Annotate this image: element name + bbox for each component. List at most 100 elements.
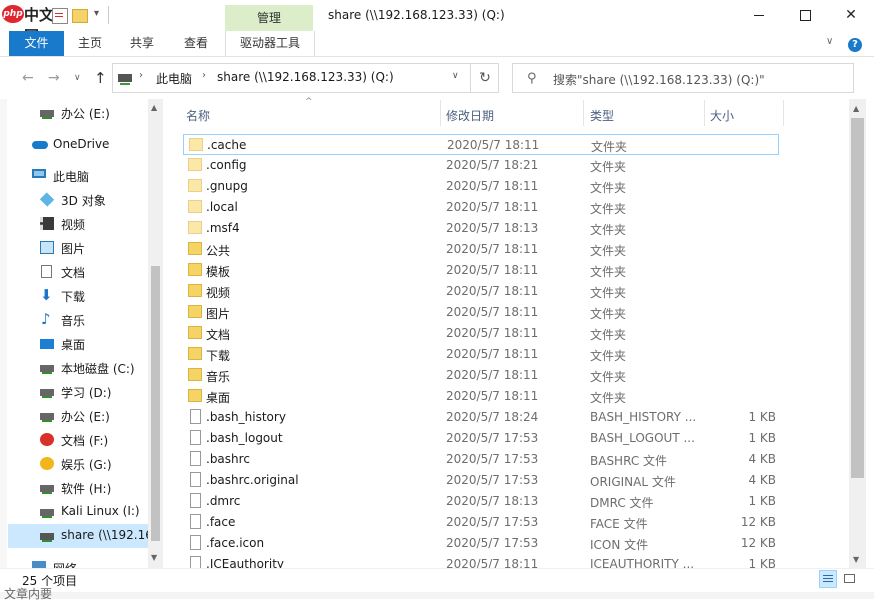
- file-row[interactable]: .bash_history 2020/5/7 18:24 BASH_HISTORY …: [183, 407, 779, 428]
- folder-icon: [188, 158, 202, 171]
- file-row[interactable]: 桌面 2020/5/7 18:11 文件夹: [183, 386, 779, 407]
- scroll-up-arrow-icon[interactable]: ▲: [853, 104, 859, 113]
- file-modified-date: 2020/5/7 18:11: [446, 326, 539, 340]
- file-name: .bashrc: [206, 452, 250, 466]
- file-type: 文件夹: [590, 181, 627, 195]
- file-type: FACE 文件: [590, 517, 648, 531]
- file-type: DMRC 文件: [590, 496, 654, 510]
- file-name: .config: [206, 158, 247, 172]
- file-row[interactable]: .bash_logout 2020/5/7 17:53 BASH_LOGOUT ..…: [183, 428, 779, 449]
- file-size: 1 KB: [748, 410, 776, 424]
- folder-icon: [188, 179, 202, 192]
- file-modified-date: 2020/5/7 18:11: [446, 368, 539, 382]
- file-name: .local: [206, 200, 238, 214]
- folder-icon: [188, 347, 202, 360]
- file-size: 12 KB: [740, 515, 776, 529]
- folder-icon: [188, 305, 202, 318]
- file-row[interactable]: .bashrc 2020/5/7 17:53 BASHRC 文件 4 KB: [183, 449, 779, 470]
- file-modified-date: 2020/5/7 18:11: [446, 284, 539, 298]
- file-size: 4 KB: [748, 473, 776, 487]
- file-name: .bash_history: [206, 410, 286, 424]
- file-type: ICEAUTHORITY ...: [590, 557, 695, 568]
- file-row[interactable]: .local 2020/5/7 18:11 文件夹: [183, 197, 779, 218]
- file-modified-date: 2020/5/7 18:11: [446, 200, 539, 214]
- file-type: 文件夹: [591, 140, 628, 154]
- file-type: 文件夹: [590, 349, 627, 363]
- file-icon: [190, 514, 201, 529]
- file-size: 1 KB: [748, 431, 776, 445]
- file-name: 模板: [206, 265, 231, 279]
- file-name: 视频: [206, 286, 231, 300]
- file-row[interactable]: .face 2020/5/7 17:53 FACE 文件 12 KB: [183, 512, 779, 533]
- file-type: 文件夹: [590, 244, 627, 258]
- file-row[interactable]: 图片 2020/5/7 18:11 文件夹: [183, 302, 779, 323]
- file-row[interactable]: 文档 2020/5/7 18:11 文件夹: [183, 323, 779, 344]
- file-row[interactable]: .dmrc 2020/5/7 18:13 DMRC 文件 1 KB: [183, 491, 779, 512]
- folder-icon: [188, 242, 202, 255]
- folder-icon: [188, 326, 202, 339]
- file-size: 1 KB: [748, 494, 776, 508]
- file-modified-date: 2020/5/7 17:53: [446, 473, 539, 487]
- file-modified-date: 2020/5/7 18:11: [446, 557, 539, 568]
- file-type: 文件夹: [590, 286, 627, 300]
- file-row[interactable]: 音乐 2020/5/7 18:11 文件夹: [183, 365, 779, 386]
- file-type: 文件夹: [590, 160, 627, 174]
- file-modified-date: 2020/5/7 18:13: [446, 494, 539, 508]
- file-icon: [190, 493, 201, 508]
- help-icon[interactable]: ?: [848, 38, 862, 52]
- file-row[interactable]: .gnupg 2020/5/7 18:11 文件夹: [183, 176, 779, 197]
- details-view-icon[interactable]: [819, 570, 837, 588]
- file-modified-date: 2020/5/7 18:11: [447, 138, 540, 152]
- folder-icon: [188, 368, 202, 381]
- large-icons-view-icon[interactable]: [842, 571, 858, 587]
- file-size: 1 KB: [748, 557, 776, 568]
- file-name: .cache: [207, 138, 247, 152]
- file-modified-date: 2020/5/7 18:24: [446, 410, 539, 424]
- file-row[interactable]: 视频 2020/5/7 18:11 文件夹: [183, 281, 779, 302]
- file-row[interactable]: 下载 2020/5/7 18:11 文件夹: [183, 344, 779, 365]
- folder-icon: [188, 200, 202, 213]
- file-modified-date: 2020/5/7 17:53: [446, 515, 539, 529]
- file-name: .gnupg: [206, 179, 248, 193]
- file-modified-date: 2020/5/7 18:11: [446, 305, 539, 319]
- file-name: .face.icon: [206, 536, 265, 550]
- file-icon: [190, 430, 201, 445]
- file-icon: [190, 409, 201, 424]
- file-type: 文件夹: [590, 223, 627, 237]
- file-row[interactable]: .ICEauthority 2020/5/7 18:11 ICEAUTHORITY …: [183, 554, 779, 568]
- status-bar: [0, 568, 874, 593]
- file-list-scroll-thumb[interactable]: [851, 118, 864, 478]
- file-row[interactable]: .face.icon 2020/5/7 17:53 ICON 文件 12 KB: [183, 533, 779, 554]
- file-name: .face: [206, 515, 236, 529]
- file-size: 4 KB: [748, 452, 776, 466]
- file-icon: [190, 535, 201, 550]
- file-row[interactable]: .cache 2020/5/7 18:11 文件夹: [183, 134, 779, 155]
- file-modified-date: 2020/5/7 18:13: [446, 221, 539, 235]
- file-icon: [190, 472, 201, 487]
- file-row[interactable]: .config 2020/5/7 18:21 文件夹: [183, 155, 779, 176]
- file-row[interactable]: 模板 2020/5/7 18:11 文件夹: [183, 260, 779, 281]
- file-type: 文件夹: [590, 391, 627, 405]
- file-modified-date: 2020/5/7 18:21: [446, 158, 539, 172]
- file-name: .ICEauthority: [206, 557, 284, 568]
- file-icon: [190, 556, 201, 568]
- file-size: 12 KB: [740, 536, 776, 550]
- file-name: .bashrc.original: [206, 473, 299, 487]
- file-icon: [190, 451, 201, 466]
- file-row[interactable]: .bashrc.original 2020/5/7 17:53 ORIGINAL 文…: [183, 470, 779, 491]
- scroll-down-arrow-icon[interactable]: ▼: [853, 555, 859, 564]
- folder-icon: [188, 284, 202, 297]
- file-type: ICON 文件: [590, 538, 649, 552]
- folder-icon: [188, 221, 202, 234]
- file-modified-date: 2020/5/7 18:11: [446, 242, 539, 256]
- file-name: .dmrc: [206, 494, 241, 508]
- file-name: 下载: [206, 349, 231, 363]
- file-row[interactable]: .msf4 2020/5/7 18:13 文件夹: [183, 218, 779, 239]
- file-type: 文件夹: [590, 307, 627, 321]
- file-type: 文件夹: [590, 265, 627, 279]
- background-window: [0, 592, 874, 599]
- file-row[interactable]: 公共 2020/5/7 18:11 文件夹: [183, 239, 779, 260]
- file-list: .cache 2020/5/7 18:11 文件夹 .config 2020/5/7 1…: [0, 0, 849, 568]
- file-type: BASHRC 文件: [590, 454, 668, 468]
- background-window-text: 文章内要: [4, 587, 53, 601]
